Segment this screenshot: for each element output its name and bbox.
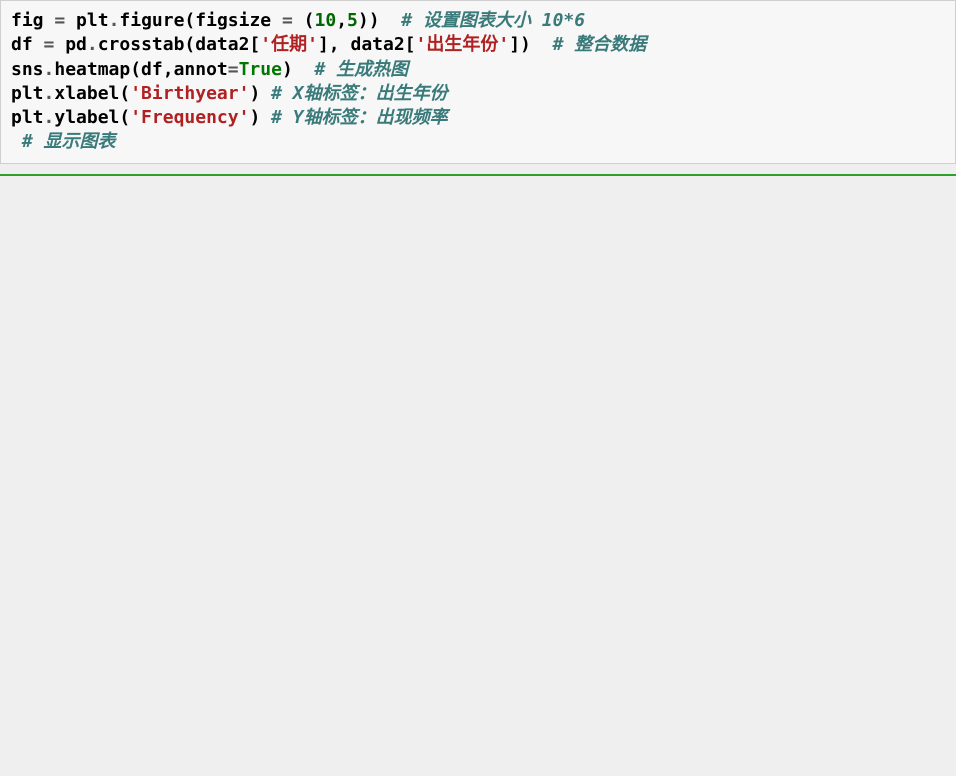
output-area — [0, 196, 956, 776]
comment: # 设置图表大小 10*6 — [401, 10, 585, 31]
token: fig — [11, 10, 54, 31]
token: = — [54, 10, 65, 31]
token: = — [282, 10, 293, 31]
code-line-4: plt.xlabel('Birthyear') # X轴标签：出生年份 — [11, 83, 448, 104]
token — [11, 131, 22, 152]
token: True — [239, 59, 282, 80]
token: '任期' — [260, 34, 318, 55]
code-line-2: df = pd.crosstab(data2['任期'], data2['出生年… — [11, 34, 646, 55]
comment: # 生成热图 — [314, 59, 408, 80]
comment: # X轴标签：出生年份 — [271, 83, 448, 104]
token: . — [109, 10, 120, 31]
token: plt — [11, 107, 44, 128]
token: plt — [11, 83, 44, 104]
token: plt — [65, 10, 108, 31]
cell-output-divider — [0, 174, 956, 176]
token: , — [336, 10, 347, 31]
code-line-6: # 显示图表 — [11, 131, 116, 152]
token: 'Frequency' — [130, 107, 249, 128]
token: . — [44, 59, 55, 80]
code-line-3: sns.heatmap(df,annot=True) # 生成热图 — [11, 59, 408, 80]
token: ], data2[ — [318, 34, 416, 55]
token: ]) — [509, 34, 552, 55]
token: . — [87, 34, 98, 55]
code-cell[interactable]: fig = plt.figure(figsize = (10,5)) # 设置图… — [0, 0, 956, 164]
comment: # 显示图表 — [22, 131, 116, 152]
token: sns — [11, 59, 44, 80]
token: heatmap(df,annot — [54, 59, 227, 80]
token: ) — [282, 59, 315, 80]
token: ) — [249, 83, 271, 104]
token: ( — [293, 10, 315, 31]
token: 10 — [315, 10, 337, 31]
token: ) — [249, 107, 271, 128]
token: '出生年份' — [416, 34, 510, 55]
comment: # Y轴标签：出现频率 — [271, 107, 448, 128]
token: 5 — [347, 10, 358, 31]
token: ylabel( — [54, 107, 130, 128]
token: xlabel( — [54, 83, 130, 104]
code-line-5: plt.ylabel('Frequency') # Y轴标签：出现频率 — [11, 107, 448, 128]
token: = — [44, 34, 55, 55]
code-line-1: fig = plt.figure(figsize = (10,5)) # 设置图… — [11, 10, 585, 31]
token: pd — [54, 34, 87, 55]
comment: # 整合数据 — [553, 34, 647, 55]
token: df — [11, 34, 44, 55]
token: . — [44, 83, 55, 104]
token: . — [44, 107, 55, 128]
token: figure(figsize — [119, 10, 282, 31]
token: )) — [358, 10, 401, 31]
token: = — [228, 59, 239, 80]
token: crosstab(data2[ — [98, 34, 261, 55]
token: 'Birthyear' — [130, 83, 249, 104]
